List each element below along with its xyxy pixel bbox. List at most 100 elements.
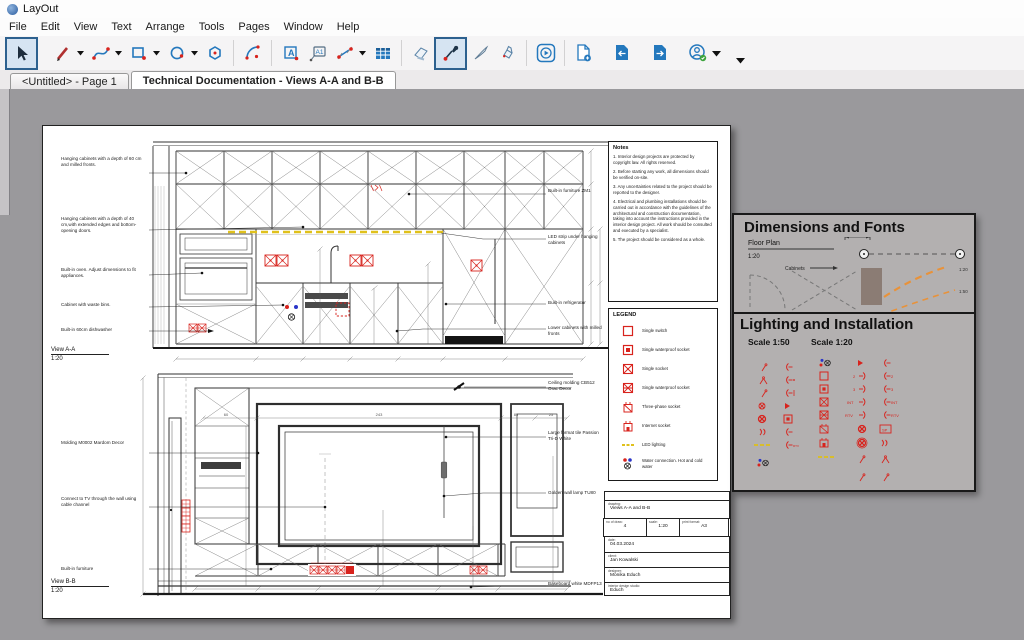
side-tray: [0, 89, 10, 215]
eyedropper-tool-button[interactable]: [434, 37, 467, 70]
account-button[interactable]: [684, 40, 711, 67]
spline-dropdown-caret[interactable]: [114, 49, 123, 57]
tab-technical-documentation[interactable]: Technical Documentation - Views A-A and …: [131, 71, 396, 89]
toolbar-overflow-caret[interactable]: [735, 56, 746, 65]
pencil-dropdown-caret[interactable]: [76, 49, 85, 57]
next-page-icon: [649, 42, 671, 64]
label-icon: A1: [308, 43, 328, 63]
annotation-label: Built-in 60cm dishwasher: [61, 327, 147, 333]
titleblock-drawing-value: Views A-A and B-B: [608, 506, 726, 511]
scalpel-tool-button[interactable]: [467, 40, 494, 67]
titlebar: LayOut: [0, 0, 1024, 18]
menu-window[interactable]: Window: [277, 20, 330, 34]
menu-tools[interactable]: Tools: [192, 20, 232, 34]
notes-box: Notes 1. Interior design projects are pr…: [608, 141, 718, 302]
annotation-label: Built-in oven. Adjust dimensions to fit …: [61, 267, 147, 279]
menu-edit[interactable]: Edit: [34, 20, 67, 34]
pencil-tool-button[interactable]: [49, 40, 76, 67]
scalpel-icon: [471, 43, 491, 63]
dimension-tool-button[interactable]: [331, 40, 358, 67]
legend-item: Single socket: [613, 359, 713, 378]
note-item: 1. Interior design projects are protecte…: [613, 154, 713, 165]
floor-plan-label: Floor Plan: [748, 240, 780, 247]
panel-title: Dimensions and Fonts: [744, 219, 905, 236]
titleblock-client-value: Jan Kowalski: [608, 558, 726, 563]
annotation-label: Golden wall lamp TU80: [548, 490, 605, 496]
next-page-button[interactable]: [646, 40, 673, 67]
floor-plan-scale: 1:20: [748, 254, 760, 260]
arc-scale-1: 1:20: [959, 267, 968, 272]
legend-item: LED lighting: [613, 435, 713, 454]
annotation-label: Baseboard white MDFP13: [548, 581, 605, 587]
menu-view[interactable]: View: [67, 20, 105, 34]
account-dropdown-caret[interactable]: [711, 49, 722, 58]
menu-help[interactable]: Help: [330, 20, 367, 34]
table-tool-button[interactable]: [369, 40, 396, 67]
polygon-icon: [205, 43, 225, 63]
svg-text:A1: A1: [315, 49, 323, 56]
scale-150-label: Scale 1:50: [748, 337, 790, 347]
rtv-label: RTV: [891, 413, 899, 418]
annotation-label: Connect to TV through the wall using cab…: [61, 496, 147, 508]
led-lighting-icon: [622, 439, 634, 451]
three-gang-label: 3: [853, 387, 856, 392]
arc-scale-2: 1:50: [959, 289, 968, 294]
dimension-dropdown-caret[interactable]: [358, 49, 367, 57]
rectangle-icon: [129, 43, 149, 63]
menu-arrange[interactable]: Arrange: [139, 20, 192, 34]
legend-item: Single waterproof socket: [613, 378, 713, 397]
single-switch-icon: [622, 325, 634, 337]
tabbar: <Untitled> - Page 1 Technical Documentat…: [0, 70, 1024, 89]
rectangle-dropdown-caret[interactable]: [152, 49, 161, 57]
dim-25: 25: [549, 412, 554, 417]
cabinets-label: Cabinets: [785, 266, 805, 272]
menu-text[interactable]: Text: [104, 20, 138, 34]
view-b-title: View B-B1:20: [51, 579, 109, 594]
presentation-button[interactable]: [532, 40, 559, 67]
eraser-tool-button[interactable]: [407, 40, 434, 67]
view-a-title: View A-A1:20: [51, 347, 109, 362]
rectangle-tool-button[interactable]: [125, 40, 152, 67]
dimensions-and-fonts-panel[interactable]: Dimensions and Fonts Floor Plan 1:20 50 …: [732, 213, 976, 492]
new-document-icon: [573, 42, 595, 64]
tab-untitled-page1[interactable]: <Untitled> - Page 1: [10, 73, 129, 89]
scale-120-label: Scale 1:20: [811, 337, 853, 347]
menu-pages[interactable]: Pages: [231, 20, 276, 34]
titleblock-studio-value: Educh: [608, 588, 726, 593]
annotation-label: Built-in refrigerator: [548, 300, 605, 306]
menubar: File Edit View Text Arrange Tools Pages …: [0, 18, 1024, 36]
water-connection-icon: [622, 458, 634, 470]
note-item: 5. The project should be considered as a…: [613, 237, 713, 243]
select-arrow-icon: [12, 43, 32, 63]
legend-item: Single switch: [613, 321, 713, 340]
titleblock-no-value: 4: [606, 524, 644, 529]
glue-tool-button[interactable]: [494, 40, 521, 67]
three-gang-label: 3: [891, 387, 894, 392]
arc-tool-button[interactable]: [239, 40, 266, 67]
title-block: drawing: Views A-A and B-B no of draw: 4…: [604, 492, 730, 596]
annotation-label: LED strip under hanging cabinets: [548, 234, 605, 246]
panel-divider: [732, 312, 976, 314]
sp-label: SP: [882, 428, 888, 433]
new-document-button[interactable]: [570, 40, 597, 67]
circle-dropdown-caret[interactable]: [190, 49, 199, 57]
annotation-label: Hanging cabinets with a depth of 60 cm a…: [61, 156, 147, 168]
previous-page-button[interactable]: [608, 40, 635, 67]
two-gang-label: 2: [853, 374, 856, 379]
circle-tool-button[interactable]: [163, 40, 190, 67]
previous-page-icon: [611, 42, 633, 64]
annotation-label: Lower cabinets with milled fronts: [548, 325, 605, 337]
account-icon: [686, 41, 710, 65]
titleblock-scale-value: 1:20: [649, 524, 677, 529]
polygon-tool-button[interactable]: [201, 40, 228, 67]
annotation-label: Large format tile Passion Tri-D White: [548, 430, 605, 442]
annotation-label: Cabinet with waste bins.: [61, 302, 147, 308]
layout-app-window: LayOut File Edit View Text Arrange Tools…: [0, 0, 1024, 640]
document-canvas[interactable]: 60 243 85 25 Hanging cabinets with a dep…: [0, 89, 1024, 640]
select-tool-button[interactable]: [5, 37, 38, 70]
text-tool-button[interactable]: A: [277, 40, 304, 67]
spline-tool-button[interactable]: [87, 40, 114, 67]
menu-file[interactable]: File: [2, 20, 34, 34]
label-tool-button[interactable]: A1: [304, 40, 331, 67]
annotation-label: Built-in furniture: [61, 566, 147, 572]
